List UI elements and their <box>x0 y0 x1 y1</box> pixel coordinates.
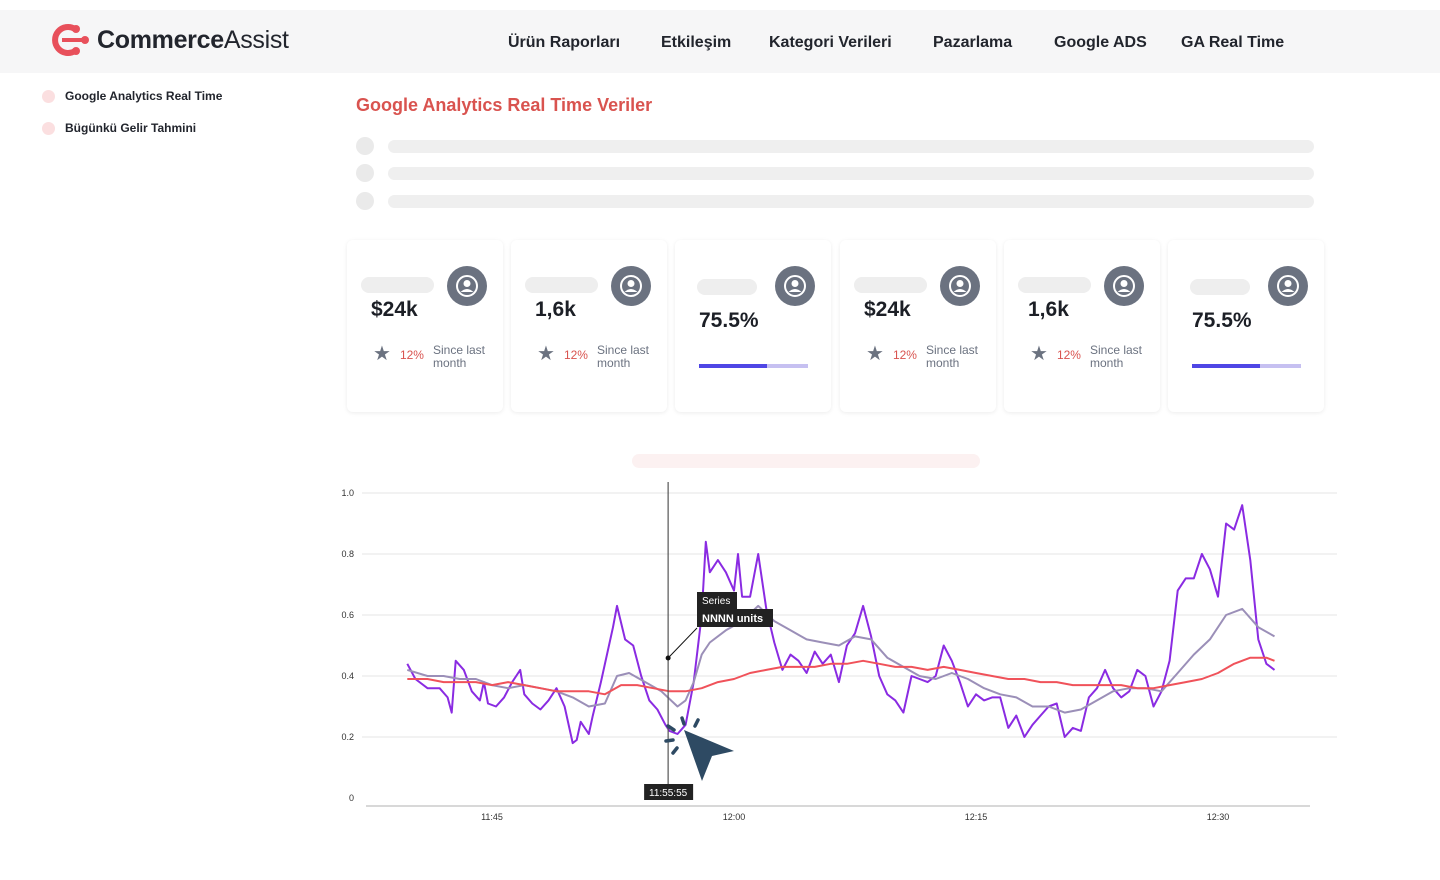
y-tick-label: 0.2 <box>341 732 354 742</box>
x-tick-label: 11:45 <box>481 812 503 822</box>
x-tick-label: 12:15 <box>965 812 988 822</box>
y-tick-label: 0 <box>349 793 354 803</box>
tooltip-leader <box>667 627 698 659</box>
mouse-cursor-icon <box>664 716 734 781</box>
y-tick-label: 1.0 <box>341 488 354 498</box>
x-tick-label: 12:00 <box>723 812 746 822</box>
y-tick-label: 0.8 <box>341 549 354 559</box>
tooltip-value-label: NNNN units <box>702 613 763 625</box>
x-tick-label: 12:30 <box>1207 812 1230 822</box>
y-tick-label: 0.4 <box>341 671 354 681</box>
series-line-1 <box>406 504 1276 745</box>
series-line-2 <box>407 604 1275 714</box>
tooltip-series-label: Series <box>702 596 730 607</box>
x-hover-label: 11:55:55 <box>649 788 688 799</box>
y-tick-label: 0.6 <box>341 610 354 620</box>
